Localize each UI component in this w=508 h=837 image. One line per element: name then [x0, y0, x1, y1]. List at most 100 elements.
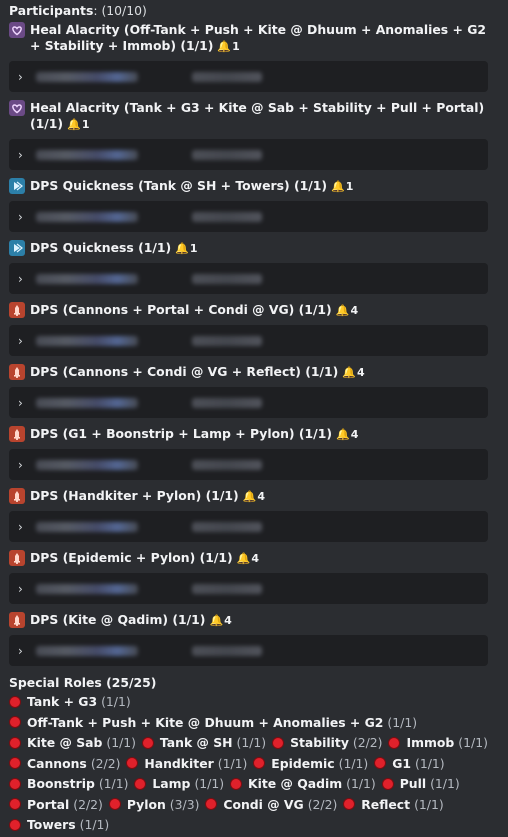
heal-role-icon	[9, 22, 25, 38]
participant-collapsible[interactable]: ›	[9, 635, 488, 666]
bell-icon: 🔔	[342, 366, 356, 379]
participant-collapsible[interactable]: ›	[9, 325, 488, 356]
participant-collapsible[interactable]: ›	[9, 511, 488, 542]
special-role-count: (1/1)	[387, 714, 418, 730]
redacted-participant-name	[36, 149, 138, 160]
red-circle-icon	[134, 777, 147, 790]
participant-collapsible[interactable]: ›	[9, 449, 488, 480]
red-circle-icon	[9, 736, 21, 749]
special-role-chip: Epidemic (1/1)	[253, 754, 368, 773]
redacted-participant-detail	[192, 645, 262, 656]
participant-collapsible[interactable]: ›	[9, 263, 488, 294]
special-role-count: (1/1)	[458, 735, 488, 750]
chevron-right-icon[interactable]: ›	[18, 271, 32, 287]
red-circle-icon	[374, 757, 387, 769]
bell-count: 1	[189, 242, 198, 255]
special-role-count: (2/2)	[73, 796, 103, 812]
role-heading: DPS Quickness (Tank @ SH + Towers) (1/1)…	[9, 178, 500, 195]
chevron-right-icon[interactable]: ›	[18, 643, 32, 659]
redacted-participant-name	[36, 273, 138, 284]
red-circle-icon	[9, 798, 21, 810]
dps-role-icon	[9, 364, 25, 380]
bell-count: 4	[350, 428, 359, 441]
redacted-participant-name	[36, 335, 138, 346]
roles-list: Heal Alacrity (Off-Tank + Push + Kite @ …	[9, 22, 500, 666]
redacted-participant-detail	[192, 335, 262, 346]
special-role-name: Cannons	[27, 755, 87, 771]
special-role-chip: Portal (2/2)	[9, 795, 103, 814]
participant-collapsible[interactable]: ›	[9, 61, 488, 92]
dps-role-icon	[9, 488, 25, 504]
redacted-participant-detail	[192, 273, 262, 284]
role-heading: DPS (Handkiter + Pylon) (1/1) 🔔4	[9, 488, 500, 505]
special-role-name: Handkiter	[144, 755, 214, 771]
special-role-count: (1/1)	[217, 755, 248, 771]
bell-count: 1	[232, 40, 240, 53]
participant-collapsible[interactable]: ›	[9, 201, 488, 232]
participants-count: : (10/10)	[93, 3, 147, 18]
special-role-chip: Pylon (3/3)	[108, 795, 199, 814]
bell-icon: 🔔	[335, 304, 350, 317]
role-title: DPS (Kite @ Qadim) (1/1) 🔔4	[30, 612, 232, 627]
chevron-right-icon[interactable]: ›	[18, 69, 32, 85]
bell-count: 4	[257, 490, 266, 503]
redacted-participant-detail	[192, 149, 262, 160]
red-circle-icon	[9, 716, 21, 728]
special-role-chip: Stability (2/2)	[272, 733, 383, 752]
special-role-count: (2/2)	[90, 755, 121, 771]
special-role-name: Pull	[399, 776, 427, 791]
special-role-chip: Kite @ Qadim (1/1)	[230, 774, 376, 793]
special-role-count: (1/1)	[338, 755, 369, 771]
bell-icon: 🔔	[331, 180, 345, 193]
heal-role-icon	[9, 100, 25, 116]
bell-icon: 🔔	[175, 242, 189, 255]
red-circle-icon	[388, 736, 401, 749]
role-title: DPS Quickness (1/1) 🔔1	[30, 240, 198, 255]
red-circle-icon	[108, 798, 121, 810]
role-heading: DPS (Kite @ Qadim) (1/1) 🔔4	[9, 612, 500, 629]
special-role-count: (2/2)	[352, 735, 383, 750]
special-role-chip: Handkiter (1/1)	[126, 754, 247, 773]
chevron-right-icon[interactable]: ›	[18, 457, 32, 473]
redacted-participant-detail	[192, 397, 262, 408]
special-role-count: (1/1)	[415, 755, 445, 771]
participant-collapsible[interactable]: ›	[9, 573, 488, 604]
special-role-name: Boonstrip	[27, 776, 95, 791]
special-role-name: Kite @ Sab	[27, 735, 103, 750]
special-role-count: (1/1)	[101, 694, 131, 709]
redacted-participant-name	[36, 583, 138, 594]
dps-role-icon	[9, 426, 25, 442]
role-title: DPS (Cannons + Portal + Condi @ VG) (1/1…	[30, 302, 359, 317]
role-title: DPS (Cannons + Condi @ VG + Reflect) (1/…	[30, 364, 365, 379]
chevron-right-icon[interactable]: ›	[18, 395, 32, 411]
special-role-chip: Condi @ VG (2/2)	[205, 795, 337, 814]
bell-icon: 🔔	[242, 490, 257, 503]
special-role-count: (2/2)	[307, 796, 338, 812]
chevron-right-icon[interactable]: ›	[18, 147, 32, 163]
special-role-count: (1/1)	[194, 776, 225, 791]
chevron-right-icon[interactable]: ›	[18, 519, 32, 535]
special-role-chip: Off-Tank + Push + Kite @ Dhuum + Anomali…	[9, 713, 417, 732]
participant-collapsible[interactable]: ›	[9, 387, 488, 418]
chevron-right-icon[interactable]: ›	[18, 581, 32, 597]
red-circle-icon	[126, 757, 139, 769]
special-role-name: Reflect	[361, 796, 411, 812]
role-title: Heal Alacrity (Off-Tank + Push + Kite @ …	[30, 22, 486, 53]
role-title: DPS (Handkiter + Pylon) (1/1) 🔔4	[30, 488, 266, 503]
special-role-name: Off-Tank + Push + Kite @ Dhuum + Anomali…	[27, 714, 384, 730]
chevron-right-icon[interactable]: ›	[18, 333, 32, 349]
participant-collapsible[interactable]: ›	[9, 139, 488, 170]
redacted-participant-detail	[192, 583, 262, 594]
redacted-participant-detail	[192, 521, 262, 532]
redacted-participant-name	[36, 521, 138, 532]
bell-count: 1	[81, 118, 90, 131]
special-role-chip: Cannons (2/2)	[9, 754, 120, 773]
special-role-chip: Reflect (1/1)	[343, 795, 444, 814]
chevron-right-icon[interactable]: ›	[18, 209, 32, 225]
special-role-name: Epidemic	[271, 755, 335, 771]
special-role-name: Lamp	[152, 776, 191, 791]
bell-count: 4	[350, 304, 359, 317]
special-role-name: Tank + G3	[27, 694, 98, 709]
special-role-name: Stability	[290, 735, 349, 750]
role-heading: DPS Quickness (1/1) 🔔1	[9, 240, 500, 257]
